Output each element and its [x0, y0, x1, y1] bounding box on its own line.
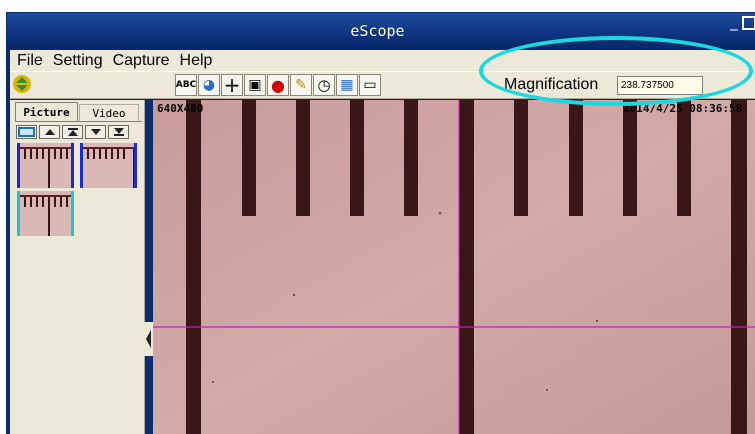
calendar-icon[interactable]: ▦	[336, 74, 358, 96]
thumbnail-2[interactable]	[80, 143, 137, 188]
menu-capture[interactable]: Capture	[112, 52, 171, 70]
tab-video[interactable]: Video	[79, 104, 139, 121]
thumbnail-view-icon[interactable]	[16, 125, 37, 139]
panel-splitter[interactable]	[144, 322, 153, 356]
microscope-image[interactable]	[153, 100, 755, 434]
maximize-button[interactable]	[742, 16, 755, 30]
globe-icon[interactable]: ◕	[198, 74, 220, 96]
save-icon[interactable]: ▭	[359, 74, 381, 96]
tab-divider	[15, 121, 142, 122]
record-icon[interactable]: ●	[267, 74, 289, 96]
clock-icon[interactable]: ◷	[313, 74, 335, 96]
down-icon[interactable]	[85, 125, 106, 139]
resolution-label: 640X480	[157, 102, 204, 115]
top-icon[interactable]	[62, 125, 83, 139]
camera-icon[interactable]: ▣	[244, 74, 266, 96]
thumbnail-1[interactable]	[17, 143, 74, 188]
brush-icon[interactable]: ✎	[290, 74, 312, 96]
tool-buttons: ABC ◕ + ▣ ● ✎ ◷ ▦ ▭	[175, 73, 381, 97]
thumbnail-controls	[16, 125, 129, 139]
minimize-button[interactable]: _	[727, 13, 741, 31]
menu-help[interactable]: Help	[179, 52, 214, 70]
tab-picture[interactable]: Picture	[15, 102, 78, 121]
abc-text-icon[interactable]: ABC	[175, 74, 197, 96]
collapse-toggle-icon[interactable]	[11, 73, 33, 95]
menu-file[interactable]: File	[16, 52, 44, 70]
thumbnail-3[interactable]	[17, 191, 74, 236]
annotation-highlight	[479, 36, 753, 106]
window-controls: _ ×	[727, 13, 755, 34]
up-icon[interactable]	[39, 125, 60, 139]
crosshair-icon[interactable]: +	[221, 73, 243, 97]
bottom-icon[interactable]	[108, 125, 129, 139]
menu-setting[interactable]: Setting	[52, 52, 104, 70]
